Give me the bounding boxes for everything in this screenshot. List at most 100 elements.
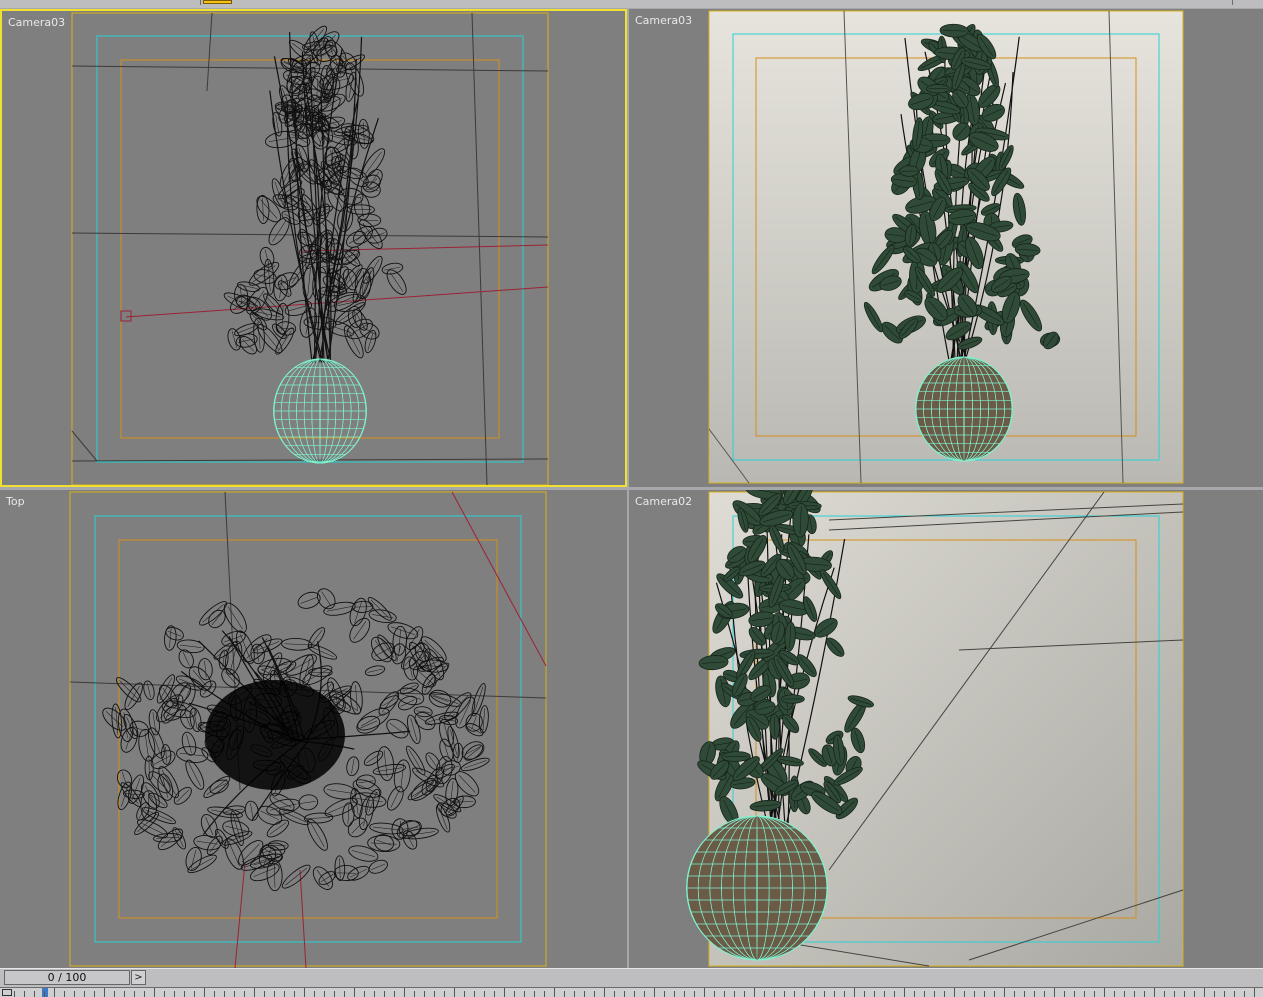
top-toolbar-strip — [0, 0, 1263, 8]
timeline-tick — [674, 991, 675, 997]
time-slider-bar: 0 / 100 > — [0, 968, 1263, 987]
timeline-tick — [344, 991, 345, 997]
timeline-tick — [594, 991, 595, 997]
timeline-tick — [984, 991, 985, 997]
timeline-tick — [924, 991, 925, 997]
viewport-label[interactable]: Camera03 — [635, 14, 692, 27]
timeline-tick — [1014, 991, 1015, 997]
pot-shaded — [916, 357, 1013, 461]
timeline-tick — [834, 991, 835, 997]
viewport-top[interactable]: Top — [0, 490, 627, 968]
timeline-tick — [294, 991, 295, 997]
timeline-tick — [1214, 991, 1215, 997]
timeline-tick — [464, 991, 465, 997]
timeline-tick — [544, 991, 545, 997]
viewport-label[interactable]: Camera02 — [635, 495, 692, 508]
timeline-tick — [194, 991, 195, 997]
timeline-tick — [444, 991, 445, 997]
timeline-tick — [84, 991, 85, 997]
plant-wireframe — [222, 23, 410, 362]
timeline-tick — [864, 991, 865, 997]
timeline-tick — [934, 991, 935, 997]
timeline-tick — [314, 991, 315, 997]
timeline-tick — [1184, 991, 1185, 997]
timeline-tick — [184, 991, 185, 997]
pot-wireframe — [274, 359, 367, 463]
key-mode-icon[interactable] — [2, 989, 12, 996]
timeline-tick — [824, 991, 825, 997]
timeline-tick — [1034, 991, 1035, 997]
timeline-tick — [164, 991, 165, 997]
timeline-tick — [564, 991, 565, 997]
timeline-tick — [1174, 991, 1175, 997]
timeline-tick — [144, 991, 145, 997]
timeline-tick — [844, 991, 845, 997]
timeline-tick — [174, 991, 175, 997]
toolbar-segment — [0, 0, 201, 5]
timeline-tick — [914, 991, 915, 997]
timeline-tick — [434, 991, 435, 997]
timeline-tick — [764, 991, 765, 997]
time-slider[interactable]: 0 / 100 — [4, 970, 130, 985]
timeline-tick — [414, 991, 415, 997]
timeline-tick — [134, 991, 135, 997]
timeline-tick — [24, 991, 25, 997]
timeline-tick — [944, 991, 945, 997]
viewport-scene — [2, 11, 627, 487]
viewport-label[interactable]: Top — [6, 495, 25, 508]
timeline-tick — [974, 991, 975, 997]
timeline-tick — [1144, 991, 1145, 997]
timeline-tick — [1114, 991, 1115, 997]
timeline-tick — [324, 991, 325, 997]
timeline-tick — [214, 991, 215, 997]
timeline-tick — [364, 991, 365, 997]
timeline-tick — [1124, 991, 1125, 997]
timeline-tick — [274, 991, 275, 997]
viewport-scene — [0, 490, 627, 968]
timeline-tick — [714, 991, 715, 997]
viewport-camera03-shaded[interactable]: Camera03 — [629, 9, 1263, 487]
timeline-tick — [1134, 991, 1135, 997]
timeline-tick — [114, 991, 115, 997]
timeline-tick — [1094, 991, 1095, 997]
timeline-tick — [724, 991, 725, 997]
timeline-tick — [64, 991, 65, 997]
timeline-tick — [624, 991, 625, 997]
timeline-tick — [34, 991, 35, 997]
timeline-tick — [124, 991, 125, 997]
timeline-tick — [574, 991, 575, 997]
viewport-camera02-shaded[interactable]: Camera02 — [629, 490, 1263, 968]
viewport-camera03-wireframe[interactable]: Camera03 — [0, 9, 627, 487]
next-frame-button[interactable]: > — [131, 970, 146, 985]
timeline-tick — [334, 991, 335, 997]
timeline-tick — [964, 991, 965, 997]
timeline-tick — [284, 991, 285, 997]
timeline-tick — [614, 991, 615, 997]
timeline-tick — [1024, 991, 1025, 997]
timeline-tick — [264, 991, 265, 997]
timeline-tick — [814, 991, 815, 997]
timeline-tick — [1244, 991, 1245, 997]
timeline-tick — [524, 991, 525, 997]
timeline-tick — [1194, 991, 1195, 997]
timeline-tick — [74, 991, 75, 997]
timeline-tick — [694, 991, 695, 997]
timeline-tick — [94, 991, 95, 997]
active-tool-marker[interactable] — [203, 0, 232, 4]
timeline-tick — [374, 991, 375, 997]
timeline-tick — [234, 991, 235, 997]
timeline-tick — [394, 991, 395, 997]
timeline-tick — [664, 991, 665, 997]
timeline-tick — [1224, 991, 1225, 997]
timeline-tick — [634, 991, 635, 997]
viewport-label[interactable]: Camera03 — [8, 16, 65, 29]
timeline-tick — [244, 991, 245, 997]
timeline-tick — [744, 991, 745, 997]
timeline-tick — [384, 991, 385, 997]
timeline-tick — [894, 991, 895, 997]
pot-closeup — [687, 816, 828, 960]
timeline-tick — [1074, 991, 1075, 997]
plant-top-view — [99, 585, 491, 892]
timeline-tick — [484, 991, 485, 997]
timeline-tick — [1064, 991, 1065, 997]
